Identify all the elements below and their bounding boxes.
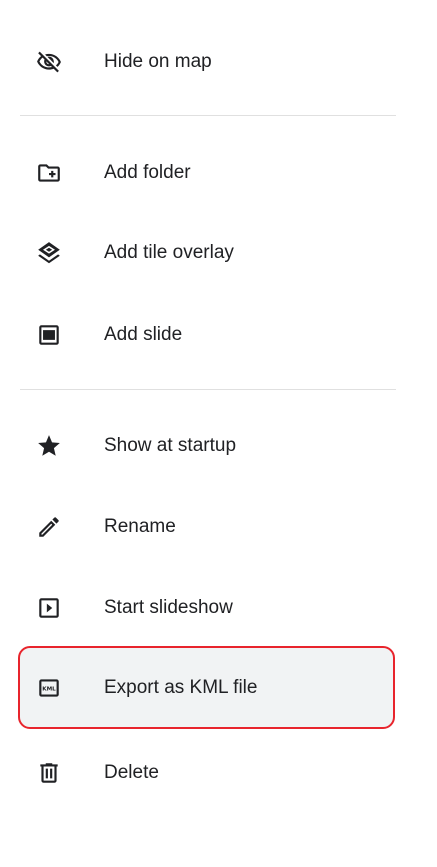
- add-folder-icon: [36, 160, 62, 186]
- menu-item-add-folder[interactable]: Add folder: [0, 145, 437, 201]
- menu-item-label: Add slide: [104, 324, 183, 345]
- slide-icon: [36, 322, 62, 348]
- menu-item-label: Hide on map: [104, 51, 212, 72]
- pencil-icon: [36, 514, 62, 540]
- menu-item-start-slideshow[interactable]: Start slideshow: [0, 580, 437, 636]
- menu-divider: [20, 115, 396, 116]
- menu-item-label: Rename: [104, 516, 176, 537]
- star-icon: [36, 433, 62, 459]
- menu-item-label: Add folder: [104, 162, 191, 183]
- trash-icon: [36, 760, 62, 786]
- menu-item-show-at-startup[interactable]: Show at startup: [0, 418, 437, 474]
- menu-item-label: Export as KML file: [104, 677, 258, 698]
- menu-divider: [20, 389, 396, 390]
- visibility-off-icon: [36, 49, 62, 75]
- menu-item-add-tile-overlay[interactable]: Add tile overlay: [0, 225, 437, 281]
- kml-file-icon: KML: [36, 675, 62, 701]
- menu-item-delete[interactable]: Delete: [0, 745, 437, 801]
- menu-item-hide-on-map[interactable]: Hide on map: [0, 34, 437, 90]
- svg-text:KML: KML: [42, 686, 56, 692]
- menu-item-label: Delete: [104, 762, 159, 783]
- menu-item-label: Start slideshow: [104, 597, 233, 618]
- menu-item-label: Add tile overlay: [104, 242, 234, 263]
- menu-item-add-slide[interactable]: Add slide: [0, 307, 437, 363]
- menu-item-label: Show at startup: [104, 435, 237, 456]
- context-menu: Hide on map Add folder Add tile overlay: [0, 0, 437, 867]
- slideshow-play-icon: [36, 595, 62, 621]
- menu-item-rename[interactable]: Rename: [0, 499, 437, 555]
- menu-item-export-kml[interactable]: KML Export as KML file: [0, 660, 437, 716]
- layers-icon: [36, 240, 62, 266]
